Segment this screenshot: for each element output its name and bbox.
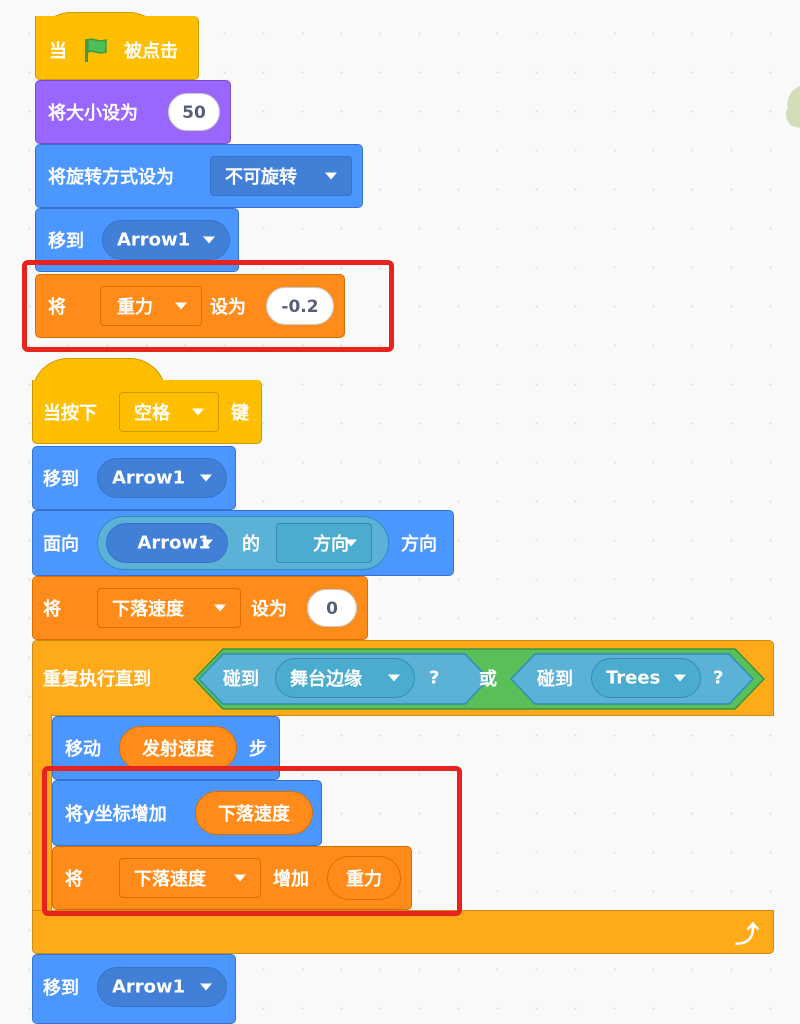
key-value: 空格 <box>134 402 170 424</box>
chevron-down-icon <box>200 474 212 482</box>
when-key-pressed-block[interactable]: 当按下 空格 键 <box>32 380 262 444</box>
highlight-box-2 <box>42 766 462 916</box>
of-reporter[interactable]: Arrow1 的 方向 <box>97 516 389 570</box>
go-to-target-value: Arrow1 <box>112 976 186 998</box>
set-size-label: 将大小设为 <box>48 103 138 124</box>
go-to-block-2[interactable]: 移到 Arrow1 <box>32 446 236 510</box>
chevron-down-icon <box>203 236 215 244</box>
question-mark-2: ? <box>713 667 724 689</box>
variable-dropdown[interactable]: 下落速度 <box>97 588 241 628</box>
repeat-until-label: 重复执行直到 <box>43 669 151 690</box>
set-rotation-label: 将旋转方式设为 <box>48 167 174 188</box>
touching-label-2: 碰到 <box>537 669 573 690</box>
rotation-style-dropdown[interactable]: 不可旋转 <box>210 156 352 196</box>
of-property-dropdown[interactable]: 方向 <box>276 523 372 563</box>
set-size-block[interactable]: 将大小设为 50 <box>35 80 231 144</box>
when-green-flag-clicked-block[interactable]: 当 被点击 <box>35 16 199 80</box>
of-property-value: 方向 <box>313 534 349 555</box>
key-suffix-label: 键 <box>231 402 249 424</box>
point-towards-block[interactable]: 面向 Arrow1 的 方向 方向 <box>32 510 454 576</box>
go-to-target-dropdown[interactable]: Arrow1 <box>97 458 227 498</box>
variable-name: 下落速度 <box>112 599 184 620</box>
rotation-style-value: 不可旋转 <box>225 167 297 188</box>
launch-speed-value: 发射速度 <box>142 739 214 760</box>
touching-target-dropdown-2[interactable]: Trees <box>591 658 701 698</box>
move-label: 移动 <box>65 739 101 760</box>
chevron-down-icon <box>325 172 337 180</box>
repeat-until-bottom[interactable]: ⤴ <box>32 910 774 954</box>
sprite-thumbnail-edge <box>785 86 800 128</box>
green-flag-icon <box>85 38 107 62</box>
variable-value-input[interactable]: 0 <box>307 589 357 627</box>
chevron-down-icon <box>214 604 226 612</box>
repeat-until-top[interactable]: 重复执行直到 碰到 舞台边缘 ? 或 碰到 Trees ? <box>32 640 774 716</box>
set-rotation-style-block[interactable]: 将旋转方式设为 不可旋转 <box>35 144 363 208</box>
set-to-label: 设为 <box>251 599 287 620</box>
set-variable-block-2[interactable]: 将 下落速度 设为 0 <box>32 576 368 640</box>
chevron-down-icon <box>674 674 686 682</box>
touching-target-value-1: 舞台边缘 <box>290 669 362 690</box>
touching-target-value-2: Trees <box>606 667 661 689</box>
point-suffix-label: 方向 <box>401 534 437 555</box>
go-to-target-value: Arrow1 <box>112 467 186 489</box>
chevron-down-icon <box>200 983 212 991</box>
launch-speed-reporter[interactable]: 发射速度 <box>119 726 237 770</box>
of-object-dropdown[interactable]: Arrow1 <box>106 523 228 563</box>
or-label: 或 <box>479 669 497 690</box>
highlight-box-1 <box>22 260 394 352</box>
clicked-label: 被点击 <box>124 41 178 62</box>
touching-label-1: 碰到 <box>223 669 259 690</box>
chevron-down-icon <box>388 674 400 682</box>
go-to-label: 移到 <box>48 231 84 252</box>
go-to-label: 移到 <box>43 978 79 999</box>
go-to-target-dropdown[interactable]: Arrow1 <box>102 220 230 260</box>
chevron-down-icon <box>192 408 204 415</box>
point-label: 面向 <box>43 534 79 555</box>
steps-label: 步 <box>249 739 267 760</box>
touching-target-dropdown-1[interactable]: 舞台边缘 <box>275 658 415 698</box>
chevron-down-icon <box>201 539 213 547</box>
when-label: 当 <box>49 41 67 62</box>
size-input[interactable]: 50 <box>168 93 220 131</box>
set-var-label: 将 <box>43 599 61 620</box>
go-to-target-dropdown[interactable]: Arrow1 <box>97 967 227 1007</box>
question-mark-1: ? <box>429 667 440 689</box>
when-key-label: 当按下 <box>43 402 97 424</box>
go-to-target-value: Arrow1 <box>117 229 191 251</box>
repeat-arrow-icon: ⤴ <box>735 920 759 949</box>
go-to-label: 移到 <box>43 469 79 490</box>
of-label: 的 <box>242 534 260 555</box>
chevron-down-icon <box>345 539 357 547</box>
key-dropdown[interactable]: 空格 <box>119 391 219 432</box>
